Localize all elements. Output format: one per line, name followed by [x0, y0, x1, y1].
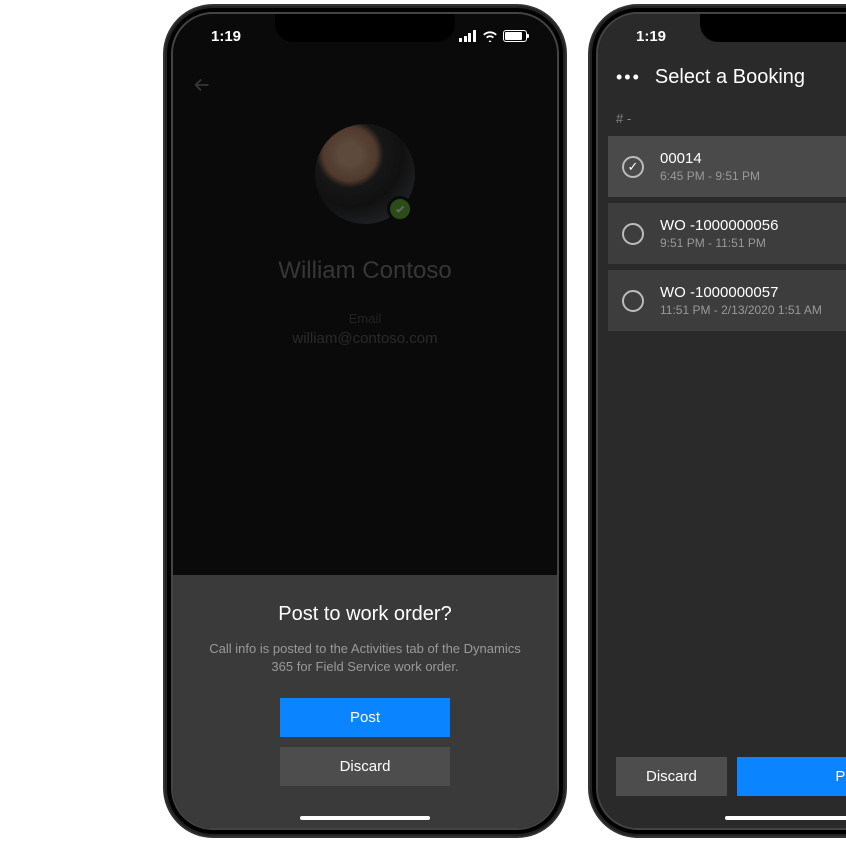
- phone-screen-1: 1:19: [171, 12, 559, 830]
- notch: [275, 14, 455, 42]
- radio-unselected-icon[interactable]: [622, 290, 644, 312]
- home-indicator[interactable]: [725, 816, 846, 820]
- booking-item[interactable]: WO -1000000056 9:51 PM - 11:51 PM: [608, 203, 846, 264]
- booking-info: WO -1000000057 11:51 PM - 2/13/2020 1:51…: [660, 284, 822, 317]
- phone-screen-2: 1:19 ••• Select a Booking: [596, 12, 846, 830]
- booking-time: 11:51 PM - 2/13/2020 1:51 AM: [660, 303, 822, 317]
- booking-screen: ••• Select a Booking # - 00014 6:45 PM -…: [598, 14, 846, 828]
- notch: [700, 14, 846, 42]
- signal-icon: [459, 30, 477, 42]
- phone-device-1: 1:19: [165, 6, 565, 836]
- radio-unselected-icon[interactable]: [622, 223, 644, 245]
- home-indicator[interactable]: [300, 816, 430, 820]
- radio-selected-icon[interactable]: [622, 156, 644, 178]
- booking-info: 00014 6:45 PM - 9:51 PM: [660, 150, 760, 183]
- booking-time: 6:45 PM - 9:51 PM: [660, 169, 760, 183]
- status-time: 1:19: [622, 28, 666, 45]
- sheet-title: Post to work order?: [193, 603, 537, 626]
- sheet-description: Call info is posted to the Activities ta…: [193, 640, 537, 676]
- status-icons: [459, 30, 533, 42]
- booking-id: WO -1000000057: [660, 284, 822, 301]
- bottom-sheet: Post to work order? Call info is posted …: [173, 575, 557, 828]
- discard-button[interactable]: Discard: [616, 757, 727, 796]
- wifi-icon: [482, 30, 498, 42]
- booking-item[interactable]: WO -1000000057 11:51 PM - 2/13/2020 1:51…: [608, 270, 846, 331]
- page-title: Select a Booking: [655, 66, 805, 89]
- booking-id: 00014: [660, 150, 760, 167]
- booking-list: 00014 6:45 PM - 9:51 PM WO -1000000056 9…: [598, 136, 846, 331]
- battery-icon: [503, 30, 527, 42]
- status-time: 1:19: [197, 28, 241, 45]
- section-label: # -: [598, 89, 846, 136]
- more-icon[interactable]: •••: [616, 67, 641, 88]
- booking-id: WO -1000000056: [660, 217, 778, 234]
- phone-device-2: 1:19 ••• Select a Booking: [590, 6, 846, 836]
- booking-info: WO -1000000056 9:51 PM - 11:51 PM: [660, 217, 778, 250]
- booking-item[interactable]: 00014 6:45 PM - 9:51 PM: [608, 136, 846, 197]
- discard-button[interactable]: Discard: [280, 747, 450, 786]
- contact-screen: William Contoso Email william@contoso.co…: [173, 14, 557, 828]
- booking-time: 9:51 PM - 11:51 PM: [660, 236, 778, 250]
- post-button[interactable]: Post: [280, 698, 450, 737]
- post-button[interactable]: Post: [737, 757, 846, 796]
